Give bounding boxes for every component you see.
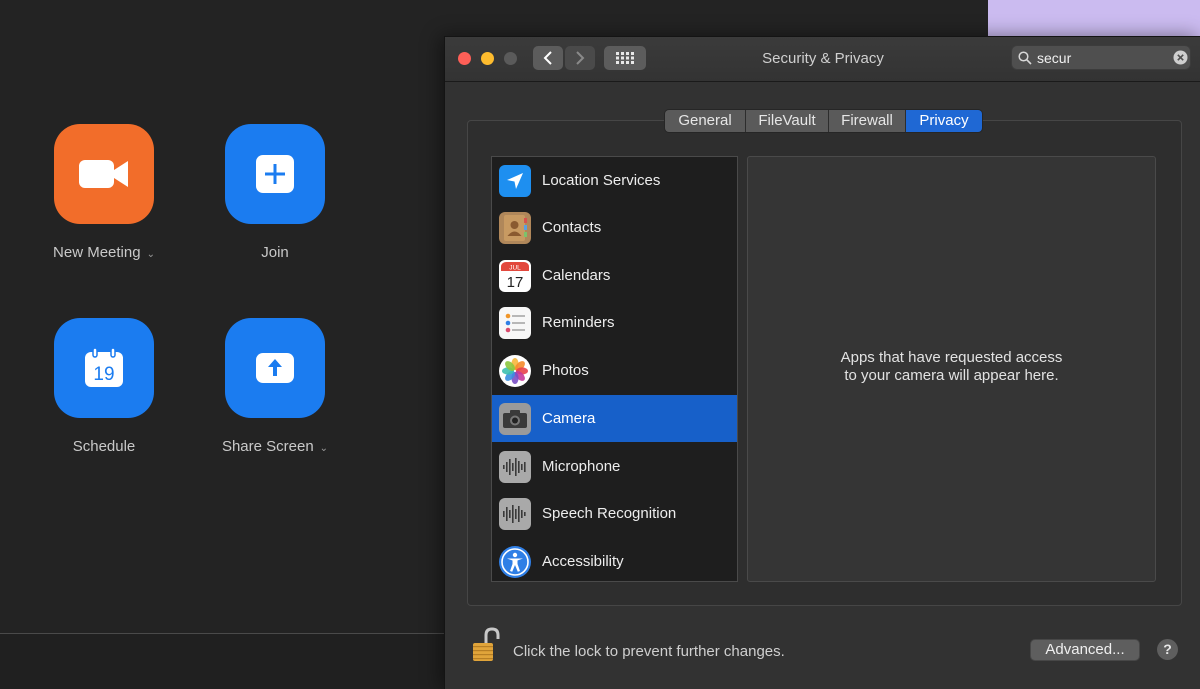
schedule-label: Schedule (72, 438, 136, 455)
search-field[interactable]: secur (1011, 45, 1191, 70)
privacy-item-contacts[interactable]: Contacts (492, 204, 737, 251)
tab-general[interactable]: General (665, 110, 746, 132)
privacy-item-accessibility[interactable]: Accessibility (492, 538, 737, 581)
chevron-down-icon[interactable]: ⌄ (320, 443, 328, 454)
plus-icon (256, 155, 294, 193)
empty-state-line-1: Apps that have requested access (840, 349, 1063, 366)
photos-flower-icon (499, 354, 531, 387)
empty-state-line-2: to your camera will appear here. (844, 367, 1059, 384)
camera-apps-panel: Apps that have requested access to your … (747, 156, 1156, 582)
calendar-icon: JUL 17 (499, 259, 531, 292)
lock-message: Click the lock to prevent further change… (513, 643, 785, 660)
privacy-item-reminders[interactable]: Reminders (492, 299, 737, 346)
tab-filevault[interactable]: FileVault (746, 110, 829, 132)
new-meeting-label: New Meeting (53, 244, 141, 261)
security-privacy-window: Security & Privacy secur General FileVau… (444, 36, 1200, 689)
tab-firewall[interactable]: Firewall (829, 110, 906, 132)
schedule-button[interactable]: 19 (54, 318, 154, 418)
location-arrow-icon (499, 164, 531, 197)
tab-privacy[interactable]: Privacy (906, 110, 982, 132)
unlocked-padlock-icon (473, 627, 500, 661)
privacy-pane: Location Services Contacts JUL 17 Calend… (467, 120, 1182, 606)
privacy-item-label: Speech Recognition (542, 505, 677, 522)
privacy-item-calendars[interactable]: JUL 17 Calendars (492, 252, 737, 299)
privacy-item-label: Calendars (542, 267, 611, 284)
privacy-item-label: Photos (542, 362, 589, 379)
video-camera-icon (79, 160, 128, 188)
privacy-item-microphone[interactable]: Microphone (492, 443, 737, 490)
empty-state-message: Apps that have requested access to your … (748, 349, 1155, 385)
contacts-book-icon (499, 211, 531, 244)
microphone-waveform-icon (499, 450, 531, 483)
speech-waveform-icon (499, 497, 531, 530)
search-input[interactable]: secur (1037, 50, 1071, 66)
calendar-icon-month: JUL (509, 264, 521, 271)
privacy-item-label: Location Services (542, 172, 661, 189)
accessibility-person-icon (499, 545, 531, 578)
privacy-item-camera[interactable]: Camera (492, 395, 737, 442)
privacy-item-label: Accessibility (542, 553, 624, 570)
help-button[interactable]: ? (1157, 639, 1178, 660)
privacy-item-label: Reminders (542, 314, 615, 331)
privacy-item-label: Camera (542, 410, 596, 427)
desktop-background (988, 0, 1200, 37)
privacy-item-photos[interactable]: Photos (492, 347, 737, 394)
clear-search-icon[interactable] (1173, 50, 1188, 65)
share-screen-button[interactable] (225, 318, 325, 418)
privacy-item-label: Microphone (542, 458, 621, 475)
window-titlebar: Security & Privacy secur (445, 37, 1200, 82)
calendar-icon-day: 17 (507, 274, 524, 291)
privacy-item-label: Contacts (542, 219, 602, 236)
camera-icon (499, 402, 531, 435)
share-screen-label-wrap[interactable]: Share Screen ⌄ (185, 438, 365, 455)
advanced-button[interactable]: Advanced... (1030, 639, 1140, 661)
tab-bar: General FileVault Firewall Privacy (664, 109, 983, 133)
share-screen-label: Share Screen (221, 438, 314, 455)
join-label: Join (261, 244, 289, 261)
privacy-category-list[interactable]: Location Services Contacts JUL 17 Calend… (491, 156, 738, 582)
privacy-item-speech-recognition[interactable]: Speech Recognition (492, 490, 737, 537)
join-button[interactable] (225, 124, 325, 224)
schedule-icon-date: 19 (93, 364, 114, 385)
calendar-icon: 19 (85, 347, 123, 387)
reminders-list-icon (499, 306, 531, 339)
privacy-item-location-services[interactable]: Location Services (492, 157, 737, 204)
new-meeting-label-wrap[interactable]: New Meeting ⌄ (14, 244, 194, 261)
chevron-down-icon[interactable]: ⌄ (147, 249, 155, 260)
new-meeting-button[interactable] (54, 124, 154, 224)
lock-button[interactable] (471, 627, 501, 668)
share-up-arrow-icon (256, 353, 294, 383)
search-icon (1018, 51, 1032, 65)
